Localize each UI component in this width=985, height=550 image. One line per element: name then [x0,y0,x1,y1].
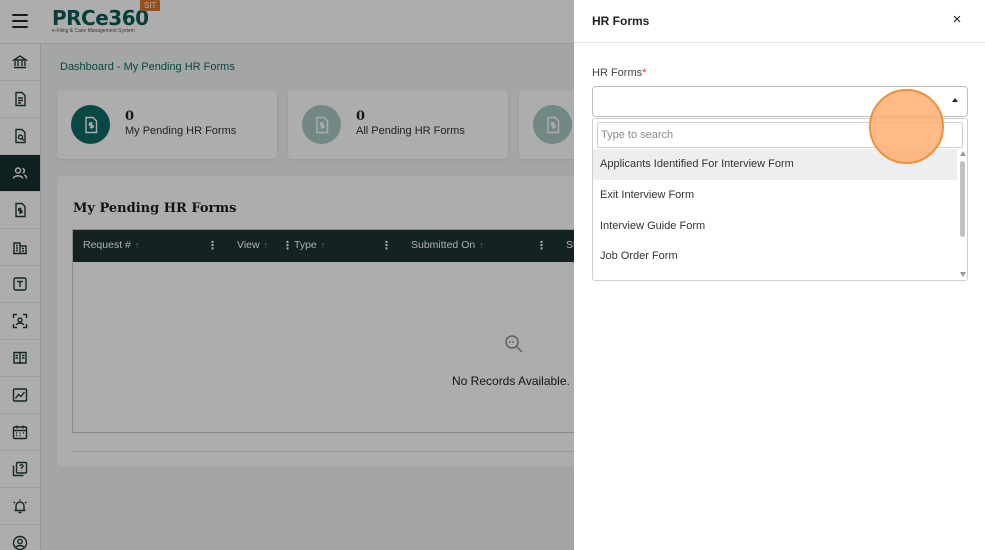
scroll-up-arrow-icon[interactable] [960,151,966,156]
drawer-header: HR Forms × [574,0,985,43]
scroll-down-arrow-icon[interactable] [960,272,966,277]
dropdown-scrollbar[interactable] [958,151,967,279]
hr-forms-field-label: HR Forms* [592,67,647,79]
drawer-title: HR Forms [592,14,650,28]
required-asterisk: * [642,67,647,79]
close-icon[interactable]: × [949,12,965,28]
hr-forms-drawer: HR Forms × HR Forms* Applicants Identifi… [574,0,985,550]
dropdown-option[interactable]: Exit Interview Form [593,180,957,211]
dropdown-option[interactable]: Job Order Form [593,241,957,272]
dropdown-option[interactable]: Interview Guide Form [593,211,957,242]
chevron-up-icon [952,98,958,102]
scrollbar-thumb[interactable] [960,161,965,237]
click-indicator [869,89,944,164]
